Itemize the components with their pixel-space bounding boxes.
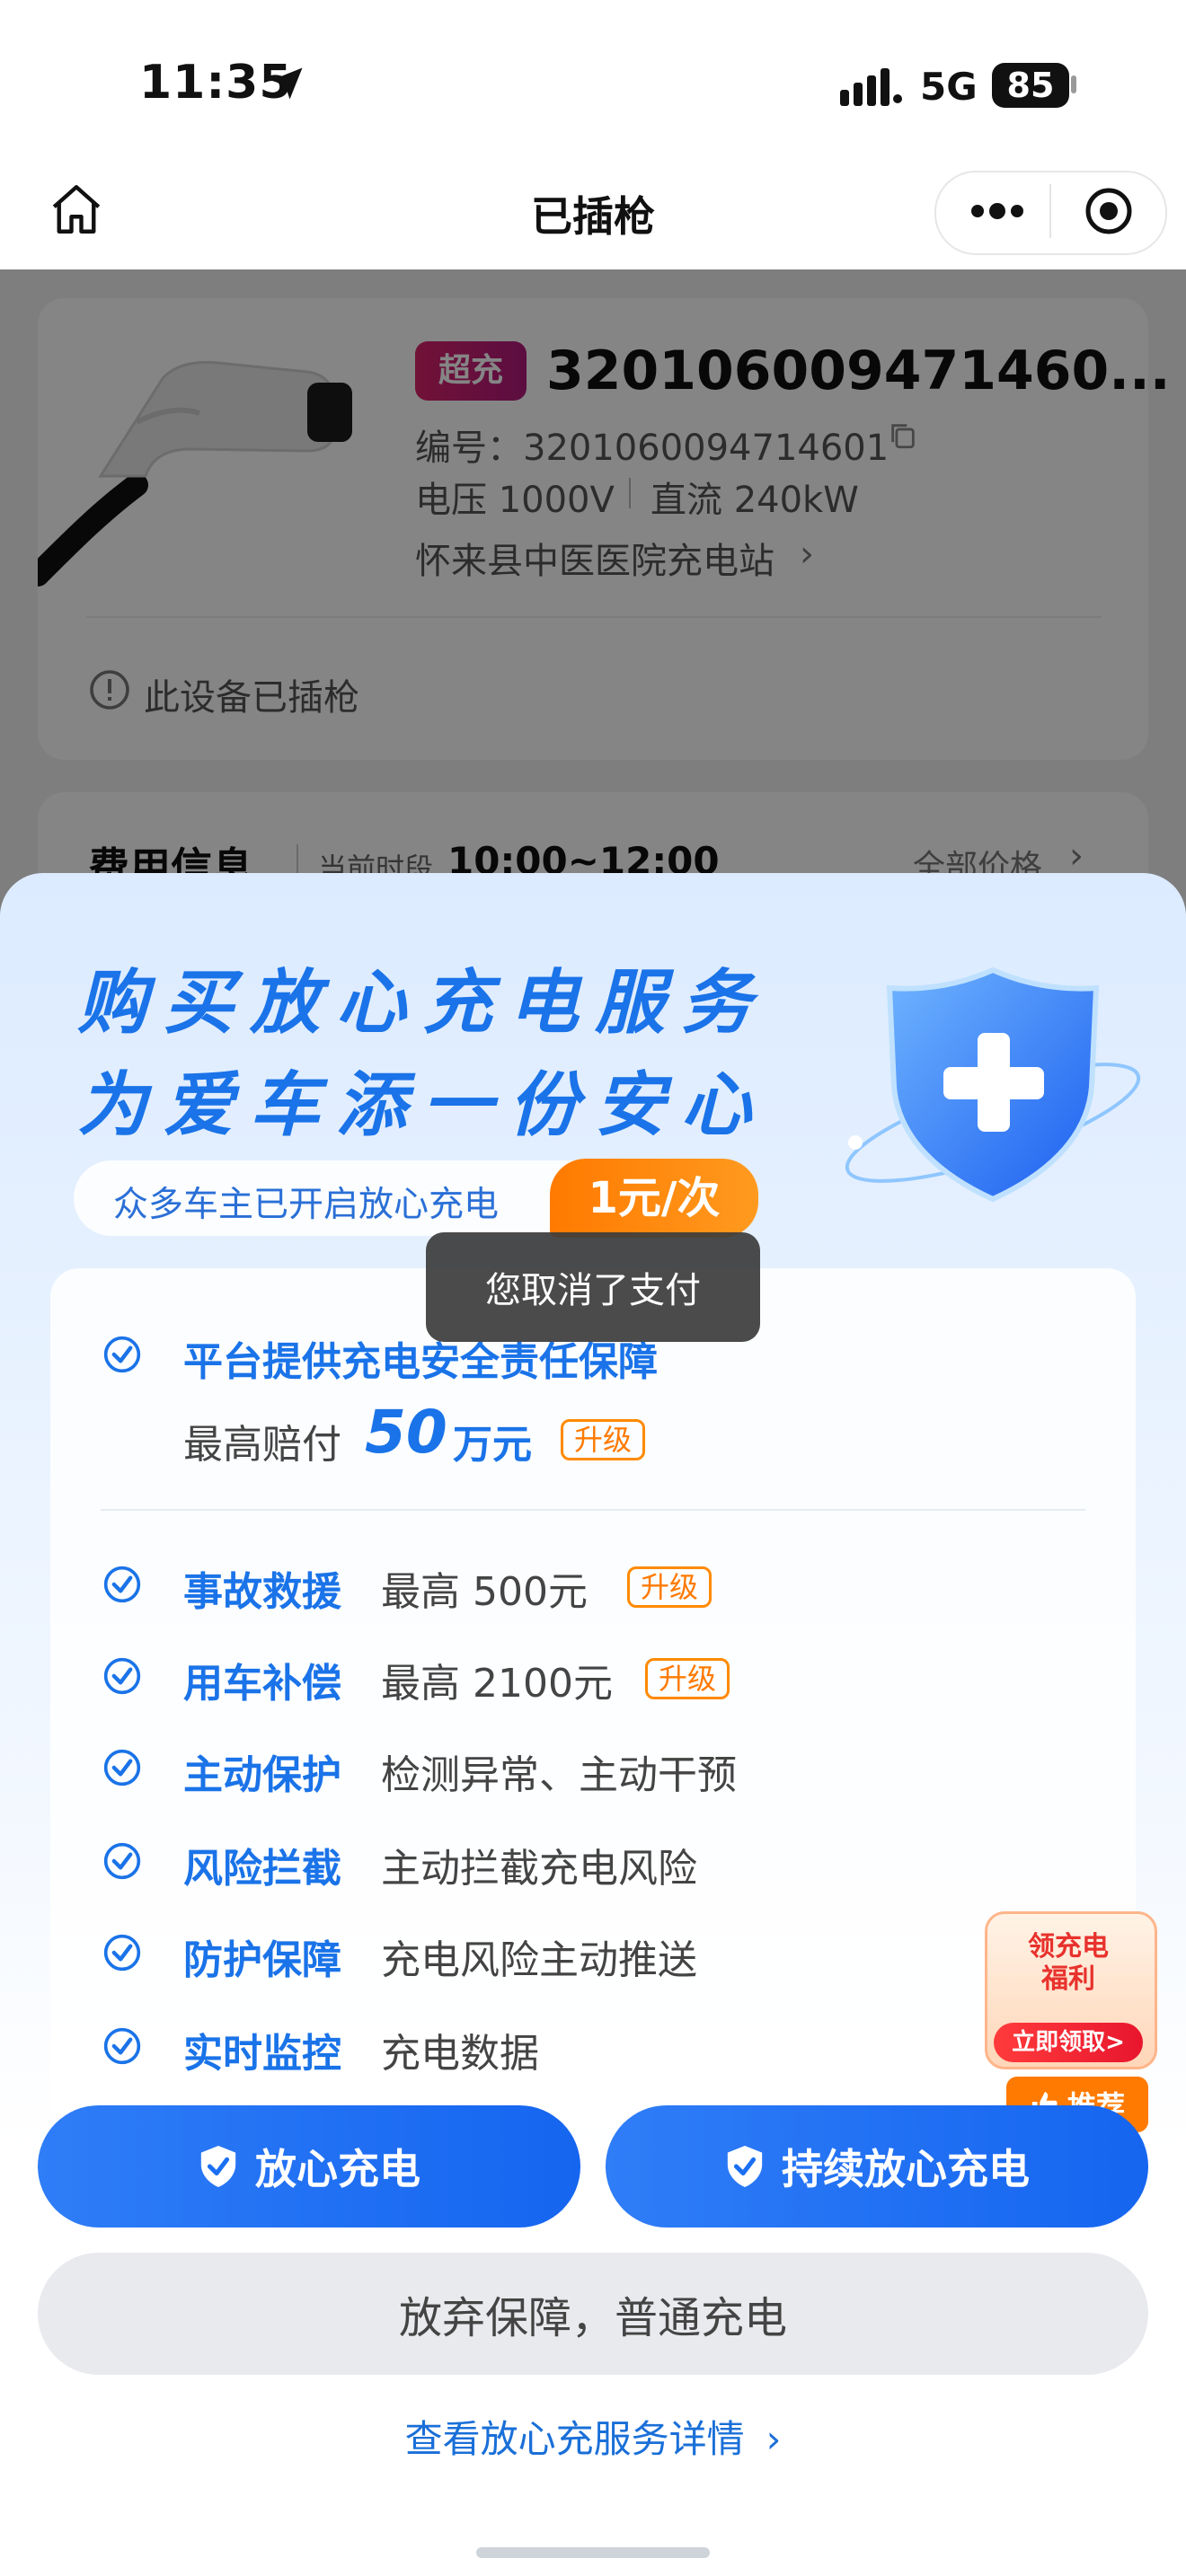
benefit-title: 用车补偿 bbox=[183, 1661, 341, 1707]
shield-check-icon bbox=[200, 2146, 236, 2187]
network-label: 5G bbox=[920, 65, 978, 109]
claim-button[interactable]: 立即领取> bbox=[994, 2023, 1143, 2062]
battery-tip bbox=[1071, 75, 1076, 93]
main-benefit-unit: 万元 bbox=[453, 1422, 532, 1468]
promo-headline-1: 购买放心充电服务 bbox=[77, 963, 768, 1044]
benefit-desc: 主动拦截充电风险 bbox=[381, 1846, 697, 1892]
check-circle-icon bbox=[103, 1842, 141, 1880]
check-circle-icon bbox=[103, 2027, 141, 2065]
check-circle-icon bbox=[103, 1336, 141, 1373]
welfare-line-2: 福利 bbox=[1041, 1963, 1095, 1995]
peace-charge-label: 放心充电 bbox=[255, 2145, 420, 2193]
service-details-link[interactable]: 查看放心充服务详情 › bbox=[0, 2409, 1186, 2464]
upgrade-badge[interactable]: 升级 bbox=[627, 1566, 712, 1608]
benefit-title: 实时监控 bbox=[183, 2031, 341, 2077]
benefit-title: 事故救援 bbox=[183, 1569, 341, 1615]
benefit-title: 防护保障 bbox=[183, 1937, 341, 1983]
upgrade-badge[interactable]: 升级 bbox=[645, 1658, 730, 1699]
main-benefit-amount: 50 bbox=[365, 1398, 447, 1467]
home-indicator bbox=[476, 2547, 710, 2558]
welfare-title: 领充电 福利 bbox=[999, 1931, 1137, 1996]
main-benefit-prefix: 最高赔付 bbox=[183, 1422, 341, 1468]
benefit-desc: 检测异常、主动干预 bbox=[381, 1752, 737, 1798]
capsule-divider bbox=[1049, 184, 1051, 238]
more-icon[interactable] bbox=[961, 189, 1033, 234]
check-circle-icon bbox=[103, 1749, 141, 1786]
check-circle-icon bbox=[103, 1657, 141, 1695]
benefit-desc: 最高 500元 bbox=[381, 1569, 588, 1615]
skip-protection-button[interactable]: 放弃保障，普通充电 bbox=[38, 2253, 1148, 2375]
shield-illustration bbox=[836, 934, 1150, 1222]
benefit-title: 主动保护 bbox=[183, 1752, 341, 1798]
service-details-label: 查看放心充服务详情 bbox=[404, 2417, 745, 2461]
peace-charge-button[interactable]: 放心充电 bbox=[38, 2105, 580, 2228]
signal-icon bbox=[840, 66, 903, 106]
benefit-desc: 最高 2100元 bbox=[381, 1661, 613, 1707]
benefit-desc: 充电风险主动推送 bbox=[381, 1937, 697, 1983]
continuous-charge-label: 持续放心充电 bbox=[782, 2145, 1030, 2193]
shield-check-icon bbox=[727, 2146, 763, 2187]
location-arrow-icon bbox=[270, 67, 303, 100]
promo-pill-text: 众多车主已开启放心充电 bbox=[113, 1185, 500, 1225]
battery-indicator: 85 bbox=[992, 63, 1069, 108]
promo-headline-2: 为爱车添一份安心 bbox=[77, 1065, 768, 1146]
chevron-right-icon: › bbox=[766, 2417, 782, 2461]
benefit-title: 风险拦截 bbox=[183, 1846, 341, 1892]
benefit-desc: 充电数据 bbox=[381, 2031, 539, 2077]
toast-message: 您取消了支付 bbox=[426, 1232, 760, 1342]
upgrade-badge[interactable]: 升级 bbox=[561, 1419, 646, 1460]
check-circle-icon bbox=[103, 1566, 141, 1603]
panel-divider bbox=[101, 1509, 1085, 1511]
price-tag: 1元/次 bbox=[550, 1159, 758, 1238]
continuous-charge-button[interactable]: 持续放心充电 bbox=[606, 2105, 1148, 2228]
welfare-line-1: 领充电 bbox=[1028, 1931, 1109, 1963]
check-circle-icon bbox=[103, 1934, 141, 1972]
close-miniapp-icon[interactable] bbox=[1084, 186, 1134, 236]
